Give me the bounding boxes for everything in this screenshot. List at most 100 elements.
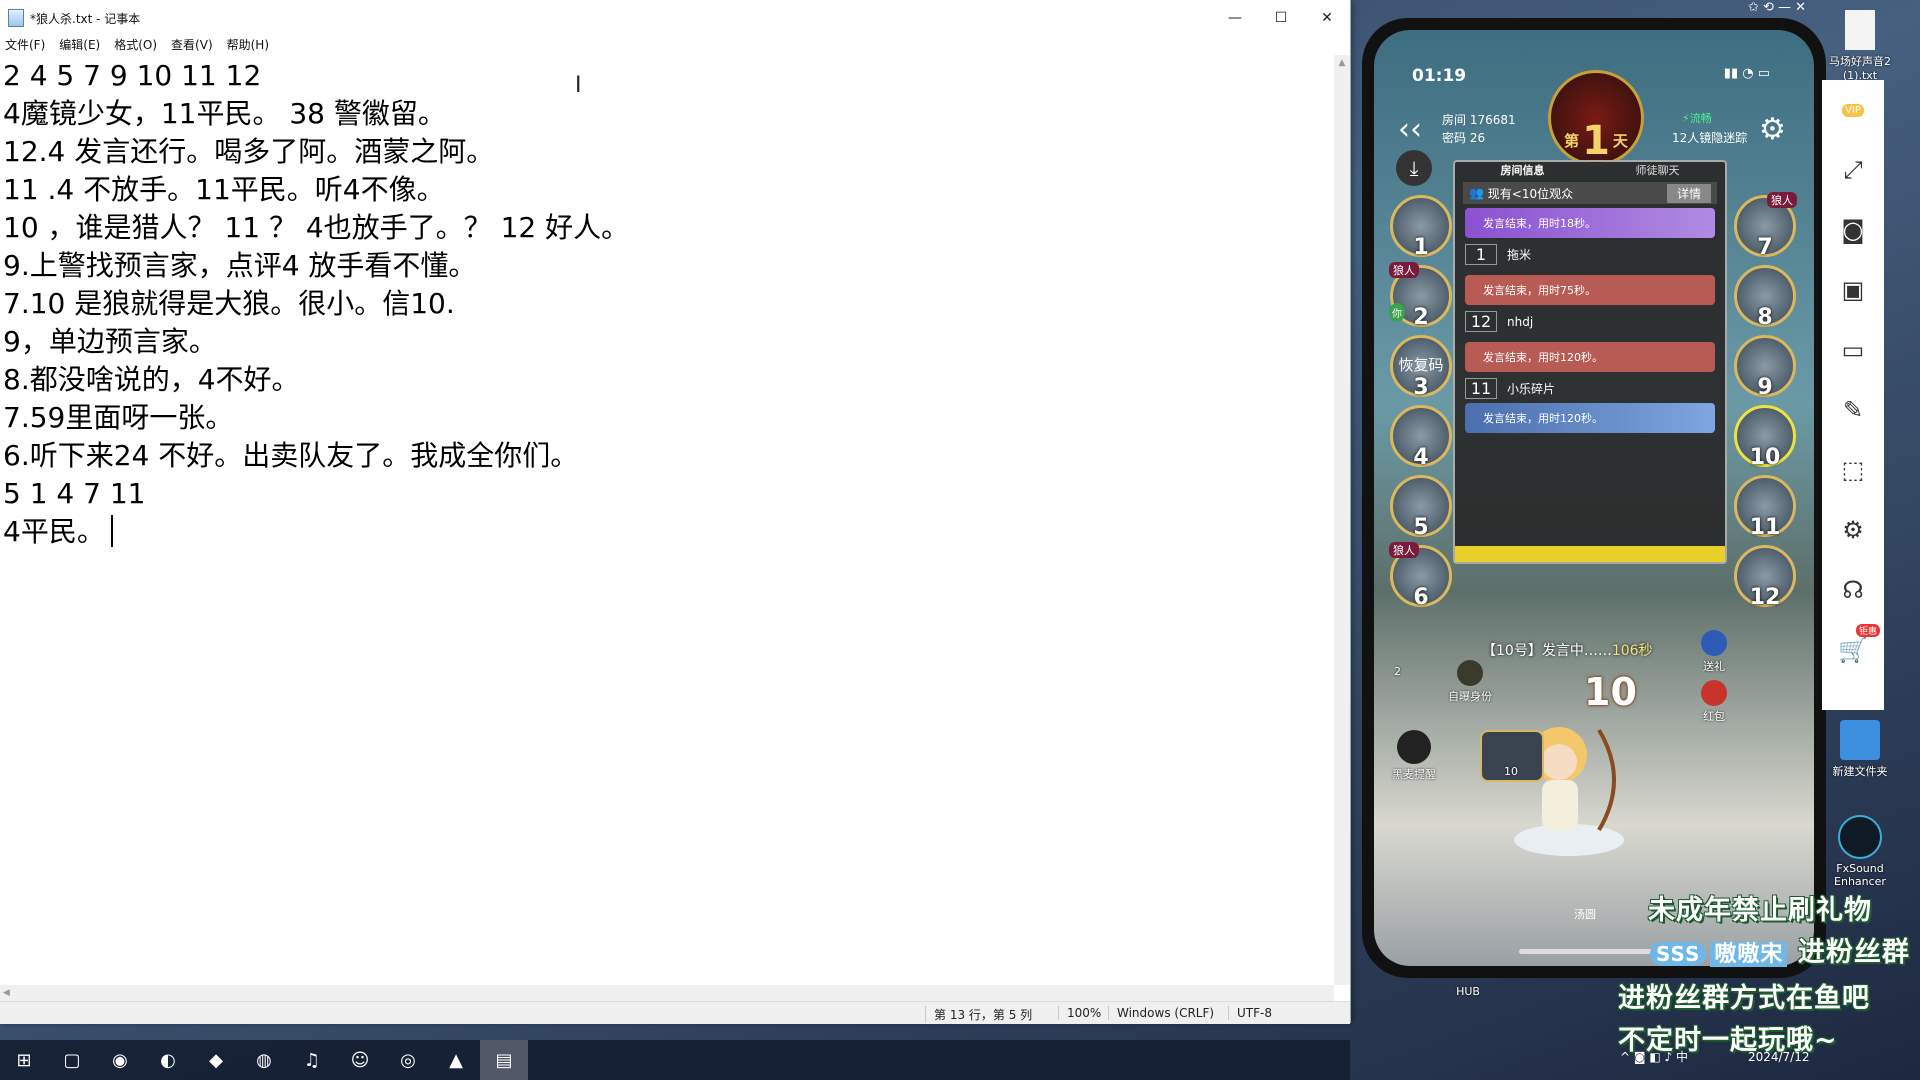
bottom-seat-card[interactable]: 10 (1480, 730, 1544, 782)
promo-line-1: 未成年禁止刷礼物 (1648, 895, 1872, 926)
player-seat-2[interactable]: 狼人你 2 (1389, 262, 1452, 330)
maximize-button[interactable]: ☐ (1258, 0, 1304, 36)
panel-tabs: 房间信息 师徒聊天 (1455, 162, 1725, 178)
netease-music-icon[interactable]: ♫ (288, 1040, 336, 1080)
redpack-button[interactable]: 红包 (1692, 680, 1736, 724)
brush-icon[interactable]: ✎ (1822, 380, 1884, 440)
player-seat-8[interactable]: 8 (1734, 265, 1796, 330)
tab-mentor-chat[interactable]: 师徒聊天 (1590, 162, 1725, 178)
side-window-controls[interactable]: ✩ ⟲ — ✕ (1748, 0, 1806, 15)
app-icon-2[interactable]: ◍ (240, 1040, 288, 1080)
record-icon[interactable]: ▣ (1822, 260, 1884, 320)
chat-speaker: 12 nhdj (1465, 311, 1715, 332)
tray-icons[interactable]: ^ ◙ ◧ ♪ (1620, 1050, 1676, 1064)
horizontal-scrollbar[interactable]: ◀ (0, 985, 1334, 1001)
minimize-button[interactable]: — (1212, 0, 1258, 36)
menu-file[interactable]: 文件(F) (5, 36, 45, 54)
steam-icon[interactable]: ◉ (96, 1040, 144, 1080)
edge-icon[interactable]: ◐ (144, 1040, 192, 1080)
day-prefix: 第 (1564, 132, 1580, 150)
menu-view[interactable]: 查看(V) (171, 36, 213, 54)
back-icon[interactable]: ‹‹ (1398, 112, 1422, 147)
hub-label: HUB (1456, 985, 1480, 998)
seat-number: 1 (1413, 235, 1429, 260)
title-bar: *狼人杀.txt - 记事本 — ☐ ✕ (0, 0, 1350, 36)
select-area-icon[interactable]: ⬚ (1822, 440, 1884, 500)
speaker-seat: 11 (1465, 378, 1497, 399)
screenshot-icon[interactable]: ◙ (1822, 200, 1884, 260)
player-seat-7[interactable]: 狼人 7 (1734, 192, 1797, 260)
desktop-folder[interactable]: 新建文件夹 (1820, 720, 1900, 779)
network-label: 流畅 (1689, 112, 1712, 125)
desktop-fxsound[interactable]: FxSound Enhancer (1820, 815, 1900, 888)
player-seat-4[interactable]: 4 (1390, 405, 1452, 470)
tray-date[interactable]: 2024/7/12 (1748, 1050, 1810, 1064)
chat-message: 发言结束，用时120秒。 (1465, 403, 1715, 433)
phone-frame: 01:19 ▮▮ ◔ ▭ ‹‹ 房间 176681 密码 26 第 1 天 ⚡流… (1362, 18, 1826, 978)
chat-speaker: 11 小乐碎片 (1465, 378, 1715, 399)
text-editor[interactable]: 2 4 5 7 9 10 11 12 4魔镜少女，11平民。 38 警徽留。 1… (0, 55, 1337, 987)
network-status: ⚡流畅 (1682, 112, 1712, 125)
home-indicator[interactable] (1519, 949, 1669, 954)
promo-line-3: 进粉丝群方式在鱼吧 (1618, 983, 1870, 1014)
player-seat-6[interactable]: 狼人 6 (1389, 542, 1452, 610)
details-button[interactable]: 详情 (1666, 183, 1711, 203)
player-seat-10[interactable]: 10 (1734, 405, 1796, 470)
speaker-seat: 12 (1465, 311, 1497, 332)
gift-button[interactable]: 送礼 (1692, 630, 1736, 674)
seat-number: 6 (1413, 585, 1429, 610)
seat-number: 4 (1413, 445, 1429, 470)
menu-format[interactable]: 格式(O) (114, 36, 157, 54)
seat-number: 8 (1757, 305, 1773, 330)
recover-code: 恢复码 (1398, 356, 1444, 374)
vertical-scrollbar[interactable]: ▲ (1334, 55, 1350, 985)
text-caret (110, 515, 113, 547)
mic-reminder-button[interactable]: 黑麦提醒 (1384, 730, 1444, 782)
ibeam-cursor-icon: I (575, 73, 582, 98)
fullscreen-icon[interactable]: ⤢ (1822, 140, 1884, 200)
speaker-seat: 1 (1465, 244, 1497, 265)
app-icon-4[interactable]: ◎ (384, 1040, 432, 1080)
scroll-left-icon[interactable]: ◀ (0, 988, 10, 998)
you-tag: 你 (1389, 303, 1405, 322)
desktop-txt-file[interactable]: 马场好声音2 (1).txt (1820, 10, 1900, 82)
player-seat-5[interactable]: 5 (1390, 475, 1452, 540)
app-icon-5[interactable]: ▲ (432, 1040, 480, 1080)
start-icon[interactable]: ⊞ (0, 1040, 48, 1080)
app-icon-3[interactable]: ☺ (336, 1040, 384, 1080)
ime-indicator[interactable]: 中 (1676, 1050, 1688, 1064)
player-seat-1[interactable]: 1 (1390, 195, 1452, 260)
notepad-taskbar-icon[interactable]: ▤ (480, 1040, 528, 1080)
player-seat-11[interactable]: 11 (1734, 475, 1796, 540)
current-line-text: 4平民。 (3, 515, 105, 548)
game-screen: 01:19 ▮▮ ◔ ▭ ‹‹ 房间 176681 密码 26 第 1 天 ⚡流… (1374, 30, 1814, 966)
download-icon[interactable]: ⤓ (1396, 150, 1432, 186)
settings-gear-icon[interactable]: ⚙ (1759, 112, 1786, 147)
seat-number: 7 (1757, 235, 1773, 260)
menu-edit[interactable]: 编辑(E) (59, 36, 100, 54)
menu-help[interactable]: 帮助(H) (227, 36, 269, 54)
sale-badge: 钜惠 (1855, 624, 1880, 637)
reveal-identity-button[interactable]: 自曝身份 (1440, 660, 1500, 704)
speaking-timer: 106秒 (1611, 643, 1653, 659)
collapse-bar[interactable] (1455, 546, 1725, 562)
player-seat-12[interactable]: 12 (1734, 545, 1796, 610)
settings-icon[interactable]: ⚙ (1822, 500, 1884, 560)
wolf-tag: 狼人 (1389, 542, 1419, 558)
vip-avatar-icon[interactable]: VIP (1822, 80, 1884, 140)
app-icon-1[interactable]: ◆ (192, 1040, 240, 1080)
screen-share-icon[interactable]: ▭ (1822, 320, 1884, 380)
taskbar: ⊞ ▢ ◉ ◐ ◆ ◍ ♫ ☺ ◎ ▲ ▤ (0, 1040, 1350, 1080)
cart-icon[interactable]: 🛒 钜惠 (1822, 620, 1884, 680)
task-view-icon[interactable]: ▢ (48, 1040, 96, 1080)
text-line: 2 4 5 7 9 10 11 12 (3, 59, 262, 92)
player-seat-3[interactable]: 恢复码 3 (1390, 335, 1452, 400)
player-seat-9[interactable]: 9 (1734, 335, 1796, 400)
tab-room-info[interactable]: 房间信息 (1455, 162, 1590, 178)
scroll-up-icon[interactable]: ▲ (1334, 55, 1350, 71)
side-toolbar: VIP ⤢ ◙ ▣ ▭ ✎ ⬚ ⚙ ☊ 🛒 钜惠 (1822, 80, 1884, 710)
vip-badge: VIP (1842, 103, 1864, 117)
close-button[interactable]: ✕ (1304, 0, 1350, 36)
headset-icon[interactable]: ☊ (1822, 560, 1884, 620)
notepad-window: *狼人杀.txt - 记事本 — ☐ ✕ 文件(F) 编辑(E) 格式(O) 查… (0, 0, 1351, 1024)
